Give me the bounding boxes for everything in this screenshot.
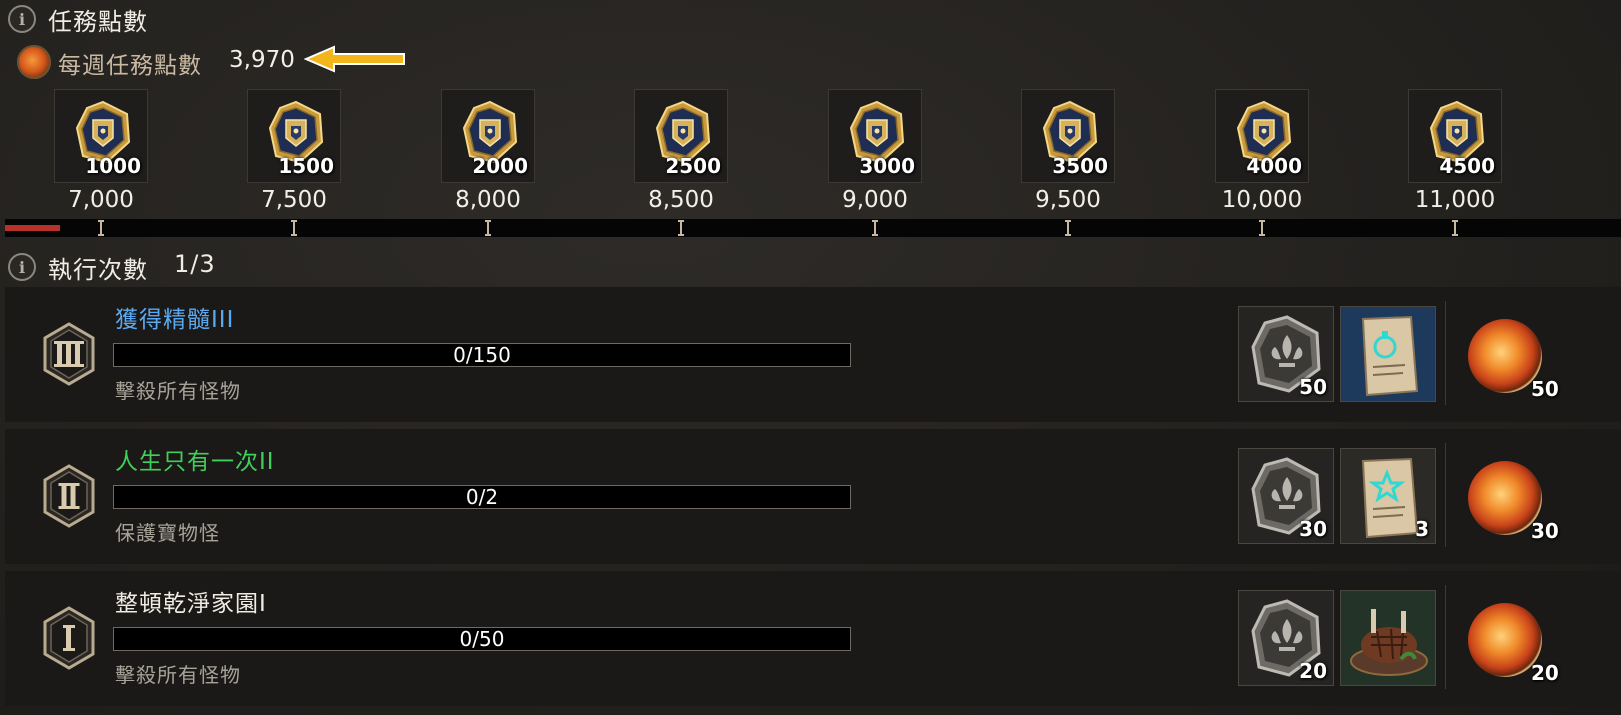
milestone-points-label: 9,000 bbox=[842, 187, 908, 213]
weekly-progress-track bbox=[5, 219, 1621, 237]
reward-item-qty: 50 bbox=[1299, 375, 1327, 399]
quest-progress-bar: 0/150 bbox=[113, 343, 851, 367]
milestone-reward-box[interactable]: 1000 bbox=[54, 89, 148, 183]
potion-scroll-icon bbox=[1341, 307, 1435, 401]
reward-item-box[interactable] bbox=[1340, 306, 1436, 402]
quest-row[interactable]: 整頓乾淨家園I 0/50 擊殺所有怪物 20 20 bbox=[5, 571, 1621, 706]
milestone-tick bbox=[1452, 219, 1458, 237]
milestone-points-label: 7,500 bbox=[261, 187, 327, 213]
quest-row[interactable]: 獲得精髓III 0/150 擊殺所有怪物 50 50 bbox=[5, 287, 1621, 422]
milestone-tick bbox=[678, 219, 684, 237]
weekly-points-label: 每週任務點數 bbox=[58, 53, 202, 79]
milestone-tick bbox=[98, 219, 104, 237]
flame-token-icon bbox=[17, 45, 51, 79]
quest-name: 人生只有一次II bbox=[115, 449, 275, 475]
weekly-progress-fill bbox=[5, 225, 60, 231]
divider bbox=[1445, 301, 1446, 405]
quest-point-qty: 50 bbox=[1531, 377, 1559, 401]
quest-progress-bar: 0/50 bbox=[113, 627, 851, 651]
reward-item-box[interactable]: 20 bbox=[1238, 590, 1334, 686]
steak-food-icon bbox=[1341, 591, 1435, 685]
reward-item-box[interactable]: 50 bbox=[1238, 306, 1334, 402]
milestone-reward-box[interactable]: 4000 bbox=[1215, 89, 1309, 183]
section-title-mission-points: 任務點數 bbox=[48, 8, 148, 36]
milestone-reward-qty: 4500 bbox=[1439, 154, 1495, 178]
info-icon[interactable]: i bbox=[8, 5, 36, 33]
info-icon[interactable]: i bbox=[8, 253, 36, 281]
quest-point-qty: 30 bbox=[1531, 519, 1559, 543]
divider bbox=[1445, 443, 1446, 547]
reward-item-qty: 3 bbox=[1415, 517, 1429, 541]
tier-II-icon bbox=[43, 464, 95, 528]
arrow-left-icon bbox=[304, 45, 405, 73]
execution-count-value: 1/3 bbox=[174, 250, 216, 278]
milestone-reward-qty: 1000 bbox=[85, 154, 141, 178]
milestone-points-label: 8,500 bbox=[648, 187, 714, 213]
reward-item-box[interactable]: 3 bbox=[1340, 448, 1436, 544]
quest-progress-text: 0/150 bbox=[453, 343, 511, 367]
quest-name: 整頓乾淨家園I bbox=[115, 591, 267, 617]
milestone-reward-box[interactable]: 1500 bbox=[247, 89, 341, 183]
quest-tier-badge bbox=[41, 606, 97, 674]
quest-description: 擊殺所有怪物 bbox=[115, 663, 241, 687]
milestone-reward-qty: 2500 bbox=[665, 154, 721, 178]
quest-row[interactable]: 人生只有一次II 0/2 保護寶物怪 30 3 30 bbox=[5, 429, 1621, 564]
milestone-reward-box[interactable]: 2500 bbox=[634, 89, 728, 183]
milestone-reward-box[interactable]: 3000 bbox=[828, 89, 922, 183]
quest-progress-bar: 0/2 bbox=[113, 485, 851, 509]
milestone-points-label: 7,000 bbox=[68, 187, 134, 213]
milestone-points-label: 10,000 bbox=[1221, 187, 1303, 213]
reward-item-qty: 20 bbox=[1299, 659, 1327, 683]
quest-tier-badge bbox=[41, 464, 97, 532]
milestone-reward-box[interactable]: 3500 bbox=[1021, 89, 1115, 183]
milestone-tick bbox=[485, 219, 491, 237]
milestone-points-label: 9,500 bbox=[1035, 187, 1101, 213]
execution-count-label: 執行次數 bbox=[48, 256, 148, 284]
quest-description: 保護寶物怪 bbox=[115, 521, 220, 545]
milestone-reward-qty: 3500 bbox=[1052, 154, 1108, 178]
milestone-tick bbox=[872, 219, 878, 237]
milestone-reward-qty: 4000 bbox=[1246, 154, 1302, 178]
milestone-reward-qty: 3000 bbox=[859, 154, 915, 178]
quest-point-qty: 20 bbox=[1531, 661, 1559, 685]
reward-item-box[interactable]: 30 bbox=[1238, 448, 1334, 544]
reward-item-box[interactable] bbox=[1340, 590, 1436, 686]
milestone-reward-qty: 2000 bbox=[472, 154, 528, 178]
milestone-tick bbox=[1259, 219, 1265, 237]
quest-description: 擊殺所有怪物 bbox=[115, 379, 241, 403]
tier-III-icon bbox=[43, 322, 95, 386]
milestone-points-label: 8,000 bbox=[455, 187, 521, 213]
divider bbox=[1445, 585, 1446, 689]
quest-progress-text: 0/2 bbox=[465, 485, 499, 509]
milestone-tick bbox=[1065, 219, 1071, 237]
quest-progress-text: 0/50 bbox=[459, 627, 505, 651]
weekly-points-value: 3,970 bbox=[229, 47, 295, 73]
milestone-points-label: 11,000 bbox=[1414, 187, 1496, 213]
quest-name: 獲得精髓III bbox=[115, 307, 235, 333]
milestone-reward-box[interactable]: 4500 bbox=[1408, 89, 1502, 183]
tier-I-icon bbox=[43, 606, 95, 670]
milestone-tick bbox=[291, 219, 297, 237]
milestone-reward-qty: 1500 bbox=[278, 154, 334, 178]
milestone-reward-box[interactable]: 2000 bbox=[441, 89, 535, 183]
quest-tier-badge bbox=[41, 322, 97, 390]
reward-item-qty: 30 bbox=[1299, 517, 1327, 541]
